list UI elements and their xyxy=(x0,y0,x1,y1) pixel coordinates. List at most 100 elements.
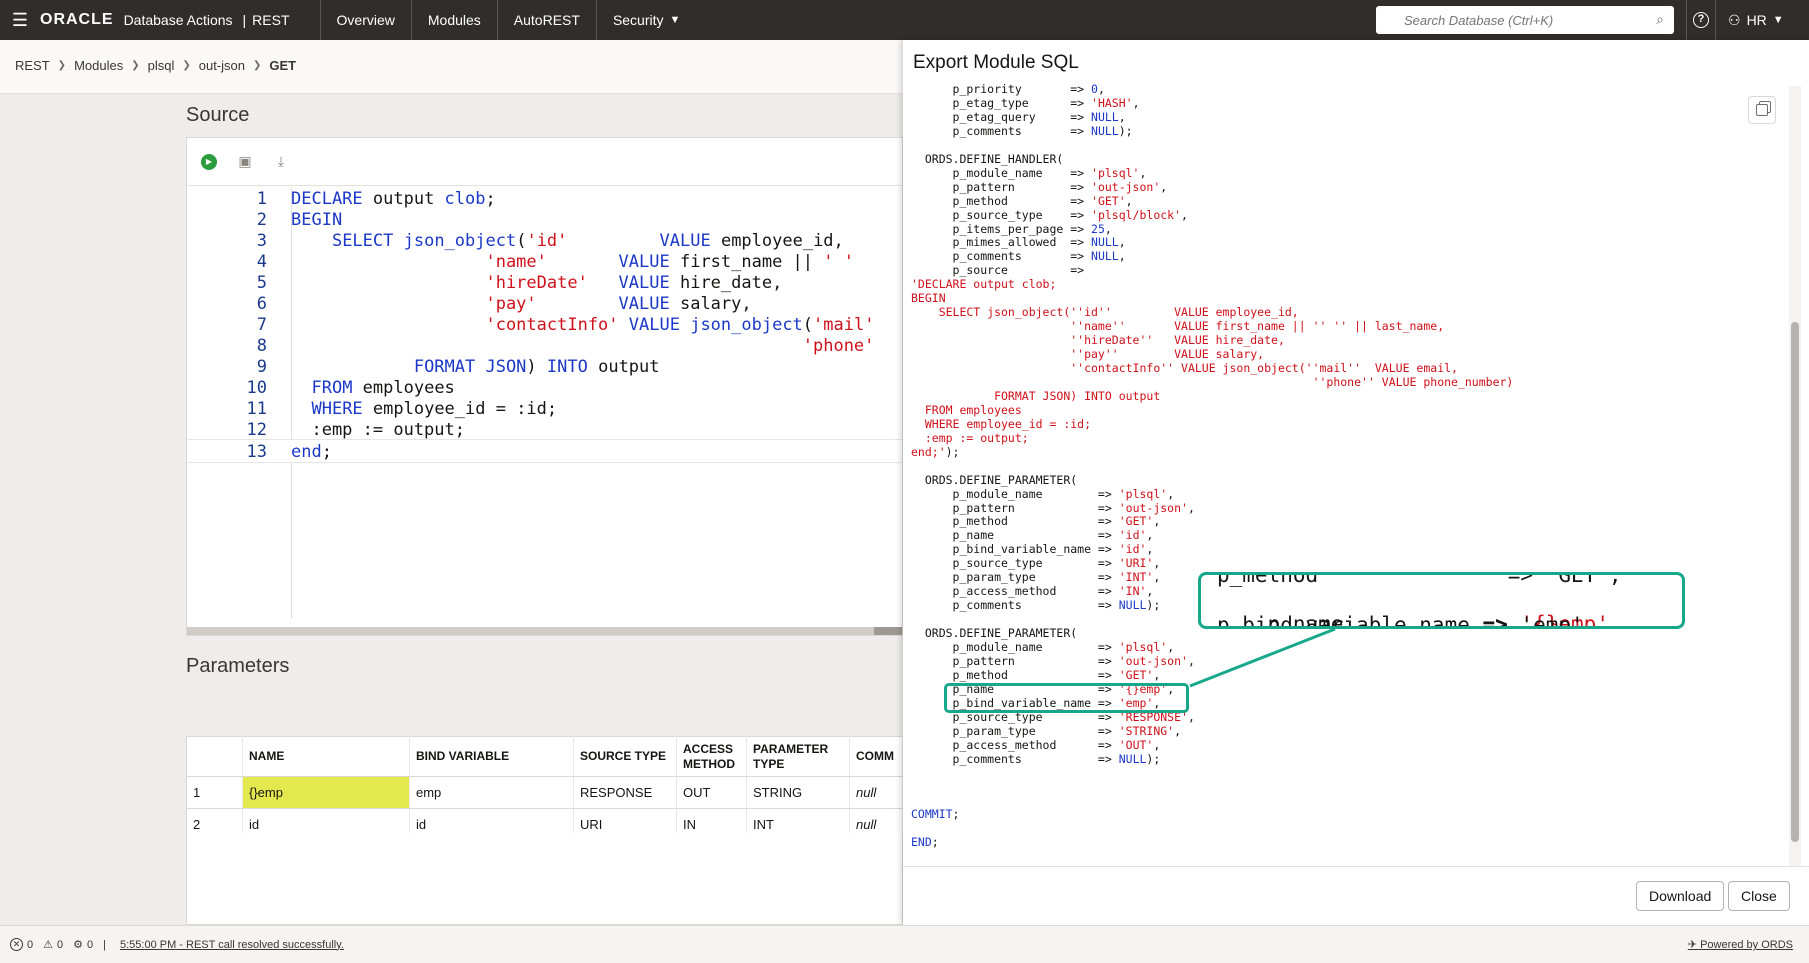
sql-line: p_method => 'GET', xyxy=(911,193,1133,208)
cell-comments[interactable]: null xyxy=(849,776,903,809)
sql-line: ORDS.DEFINE_PARAMETER( xyxy=(911,626,1078,641)
cell-source-type[interactable]: RESPONSE xyxy=(573,776,677,809)
drawer-scrollbar[interactable] xyxy=(1789,86,1801,906)
sql-line: p_access_method => 'OUT', xyxy=(911,737,1161,752)
sql-line: FORMAT JSON) INTO output xyxy=(911,388,1161,403)
cell-name[interactable]: {}emp xyxy=(242,776,410,809)
oracle-logo: ORACLE xyxy=(40,11,114,28)
drawer-footer: Download Close xyxy=(903,866,1809,920)
sql-line: p_etag_type => 'HASH', xyxy=(911,95,1140,110)
search-icon[interactable]: ⌕ xyxy=(1656,11,1664,28)
code-line[interactable]: 13 end; xyxy=(187,439,902,463)
sql-line: p_comments => NULL); xyxy=(911,751,1161,766)
download-icon[interactable]: ⤓ xyxy=(273,153,289,170)
scrollbar-thumb[interactable] xyxy=(1791,322,1799,842)
sql-line: END; xyxy=(911,835,939,850)
close-button[interactable]: Close xyxy=(1728,881,1790,911)
chevron-down-icon: ▼ xyxy=(1772,14,1784,26)
table-empty-area xyxy=(186,833,903,925)
powered-by-link[interactable]: ✈ Powered by ORDS xyxy=(1688,938,1793,951)
sql-line: p_source_type => 'plsql/block', xyxy=(911,207,1188,222)
breadcrumb-item-modules[interactable]: Modules xyxy=(74,58,123,73)
parameters-title: Parameters xyxy=(186,655,290,677)
sql-code-view[interactable]: p_priority => 0, p_etag_type => 'HASH', … xyxy=(911,82,1791,904)
run-icon[interactable]: ▶ xyxy=(201,153,217,170)
breadcrumb-item-get: GET xyxy=(269,58,297,73)
help-button[interactable]: ? xyxy=(1686,0,1716,40)
sql-line: p_comments => NULL); xyxy=(911,123,1133,138)
sql-line: ''phone'' VALUE phone_number) xyxy=(911,374,1514,389)
errors-indicator[interactable]: ✕ 0 xyxy=(10,938,33,951)
sql-line: COMMIT; xyxy=(911,807,960,822)
user-menu[interactable]: ⚇ HR ▼ xyxy=(1728,0,1784,40)
top-header: ☰ ORACLE Database Actions | REST Overvie… xyxy=(0,0,1809,40)
column-header-name[interactable]: NAME xyxy=(242,736,410,777)
chevron-right-icon: ❯ xyxy=(252,60,262,71)
tasks-indicator[interactable]: ⚙ 0 xyxy=(73,938,93,952)
sql-line: p_method => 'GET', xyxy=(911,514,1161,529)
editor-scrollbar[interactable] xyxy=(187,627,902,635)
app-separator: | xyxy=(242,12,247,28)
cell-access-method[interactable]: OUT xyxy=(676,776,747,809)
cell-parameter-type[interactable]: STRING xyxy=(746,776,850,809)
column-header-index xyxy=(186,736,243,777)
scrollbar-thumb[interactable] xyxy=(874,627,902,635)
menu-icon[interactable]: ☰ xyxy=(0,0,40,40)
sql-line: WHERE employee_id = :id; xyxy=(911,416,1092,431)
code-area[interactable]: 1 DECLARE output clob; 2 BEGIN 3 SELECT json… xyxy=(187,187,902,619)
sql-line: 'DECLARE output clob; xyxy=(911,277,1057,292)
app-name: Database Actions xyxy=(123,12,233,28)
export-module-sql-drawer: Export Module SQL p_priority => 0, p_eta… xyxy=(903,40,1809,925)
status-separator: | xyxy=(103,938,106,951)
sql-line: FROM employees xyxy=(911,402,1022,417)
column-header-bind-variable[interactable]: BIND VARIABLE xyxy=(409,736,574,777)
breadcrumb-item-plsql[interactable]: plsql xyxy=(148,58,175,73)
warnings-indicator[interactable]: ⚠ 0 xyxy=(43,938,63,952)
column-header-comments[interactable]: COMM xyxy=(849,736,903,777)
sql-line: BEGIN xyxy=(911,291,946,306)
download-button[interactable]: Download xyxy=(1636,881,1725,911)
sql-line: p_name => 'id', xyxy=(911,528,1154,543)
search-input[interactable] xyxy=(1404,12,1664,28)
tab-autorest[interactable]: AutoREST xyxy=(496,0,596,40)
breadcrumb-item-rest[interactable]: REST xyxy=(15,58,50,73)
search-box[interactable]: ⌕ xyxy=(1376,6,1674,34)
code-text: end; xyxy=(291,442,332,462)
sql-line: ''contactInfo'' VALUE json_object(''mail… xyxy=(911,361,1458,375)
column-header-access-method[interactable]: ACCESS METHOD xyxy=(676,736,747,777)
copy-icon[interactable] xyxy=(1748,96,1776,124)
sql-line: ORDS.DEFINE_PARAMETER( xyxy=(911,472,1078,487)
column-header-source-type[interactable]: SOURCE TYPE xyxy=(573,736,677,777)
sql-line: p_comments => NULL); xyxy=(911,598,1161,613)
tab-security[interactable]: Security ▼ xyxy=(595,0,696,40)
sql-line: ORDS.DEFINE_HANDLER( xyxy=(911,151,1064,166)
chevron-right-icon: ❯ xyxy=(182,60,191,71)
sql-line: p_module_name => 'plsql', xyxy=(911,486,1175,501)
drawer-title: Export Module SQL xyxy=(913,52,1079,73)
table-row[interactable]: 1 {}emp emp RESPONSE OUT STRING null xyxy=(186,776,903,809)
sql-line: SELECT json_object(''id'' VALUE employee… xyxy=(911,305,1299,320)
code-editor[interactable]: ▶ ▣ ⤓ 1 DECLARE output clob; 2 BEGIN 3 SELEC… xyxy=(186,137,903,636)
sql-line: end;'); xyxy=(911,444,960,459)
breadcrumb: REST ❯ Modules ❯ plsql ❯ out-json ❯ GET xyxy=(15,58,296,73)
sql-line: p_items_per_page => 25, xyxy=(911,221,1112,236)
sql-line: p_access_method => 'IN', xyxy=(911,584,1154,599)
cell-bind-variable[interactable]: emp xyxy=(409,776,574,809)
save-icon[interactable]: ▣ xyxy=(237,153,253,170)
sql-line: p_mimes_allowed => NULL, xyxy=(911,235,1126,250)
tab-modules[interactable]: Modules xyxy=(410,0,497,40)
line-number: 13 xyxy=(246,442,267,462)
sql-line: p_method => 'GET', xyxy=(911,667,1161,682)
warning-icon: ⚠ xyxy=(43,939,53,951)
breadcrumb-item-out-json[interactable]: out-json xyxy=(199,58,245,73)
sql-line: p_param_type => 'STRING', xyxy=(911,723,1182,738)
tab-overview[interactable]: Overview xyxy=(319,0,411,40)
sql-line: ''pay'' VALUE salary, xyxy=(911,347,1265,362)
callout-comma: , xyxy=(1608,612,1622,629)
sql-line: p_pattern => 'out-json', xyxy=(911,653,1195,668)
status-message[interactable]: 5:55:00 PM - REST call resolved successf… xyxy=(120,939,344,951)
column-header-parameter-type[interactable]: PARAMETER TYPE xyxy=(746,736,850,777)
close-circle-icon: ✕ xyxy=(10,938,23,951)
user-name: HR xyxy=(1746,12,1767,28)
sql-line: :emp := output; xyxy=(911,430,1029,445)
